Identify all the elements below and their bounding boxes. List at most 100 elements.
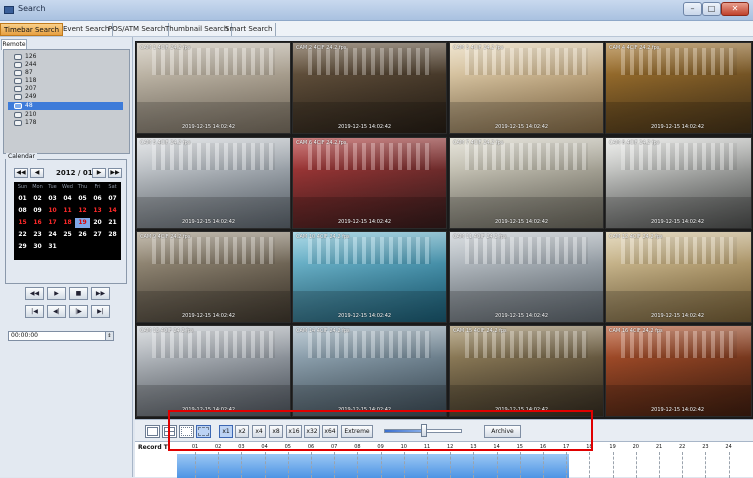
calendar-day[interactable]: 08 <box>15 206 30 216</box>
camera-tile[interactable]: CAM 14 4CIF 24.2 fps 2019-12-15 14:02:42 <box>292 325 447 417</box>
calendar-day[interactable]: 05 <box>75 194 90 204</box>
maximize-button[interactable]: □ <box>702 2 721 16</box>
tree-item-camera[interactable]: 210 <box>14 111 36 119</box>
go-to-end-button[interactable]: ▶| <box>91 305 110 318</box>
prev-month-button[interactable]: ◀ <box>30 168 44 178</box>
camera-caption: CAM 2 4CIF 24.2 fps <box>296 45 347 51</box>
time-spinner-icon[interactable]: ⇕ <box>105 332 113 340</box>
next-year-button[interactable]: ▶▶ <box>108 168 122 178</box>
calendar-day[interactable]: 03 <box>45 194 60 204</box>
speed-x1-button[interactable]: x1 <box>219 425 233 438</box>
timeline-hour-label: 08 <box>354 444 361 450</box>
calendar-day[interactable]: 10 <box>45 206 60 216</box>
calendar-day[interactable]: 19 <box>75 218 90 228</box>
calendar-day[interactable]: 07 <box>105 194 120 204</box>
minimize-button[interactable]: – <box>683 2 702 16</box>
calendar-day[interactable]: 14 <box>105 206 120 216</box>
calendar-day[interactable]: 26 <box>75 230 90 240</box>
play-button[interactable]: ▶ <box>47 287 66 300</box>
close-button[interactable]: ✕ <box>721 2 749 16</box>
speed-extreme-button[interactable]: Extreme <box>341 425 373 438</box>
tree-item-camera[interactable]: 87 <box>14 69 33 77</box>
calendar-day[interactable]: 18 <box>60 218 75 228</box>
prev-year-button[interactable]: ◀◀ <box>14 168 28 178</box>
camera-tile[interactable]: CAM 4 4CIF 24.2 fps 2019-12-15 14:02:42 <box>605 42 752 134</box>
calendar-day[interactable]: 27 <box>90 230 105 240</box>
layout-3x3-button[interactable] <box>179 425 194 438</box>
calendar-day[interactable]: 02 <box>30 194 45 204</box>
stop-button[interactable]: ■ <box>69 287 88 300</box>
camera-tile[interactable]: CAM 10 4CIF 24.2 fps 2019-12-15 14:02:42 <box>292 231 447 323</box>
tab-pos-atm-search[interactable]: POS/ATM Search <box>105 23 170 36</box>
tree-item-camera[interactable]: 207 <box>14 85 36 93</box>
tab-smart-search[interactable]: Smart Search <box>222 23 277 36</box>
tree-item-camera[interactable]: 244 <box>14 61 36 69</box>
camera-tile[interactable]: CAM 9 4CIF 24.2 fps 2019-12-15 14:02:42 <box>136 231 291 323</box>
calendar-day[interactable]: 30 <box>30 242 45 252</box>
tree-item-camera-selected[interactable]: 48 <box>8 102 123 110</box>
calendar-month: 2012 / 01 <box>56 169 93 177</box>
fast-forward-button[interactable]: ▶▶ <box>91 287 110 300</box>
speed-x2-button[interactable]: x2 <box>235 425 249 438</box>
camera-tile[interactable]: CAM 5 4CIF 24.2 fps 2019-12-15 14:02:42 <box>136 137 291 229</box>
scene-shading <box>137 138 290 228</box>
camera-tile[interactable]: CAM 13 4CIF 24.2 fps 2019-12-15 14:02:42 <box>136 325 291 417</box>
next-month-button[interactable]: ▶ <box>92 168 106 178</box>
calendar-day[interactable]: 13 <box>90 206 105 216</box>
camera-tile[interactable]: CAM 11 4CIF 24.2 fps 2019-12-15 14:02:42 <box>449 231 604 323</box>
timeline-hour-line <box>357 452 359 478</box>
speed-x32-button[interactable]: x32 <box>304 425 320 438</box>
fast-rewind-button[interactable]: ◀◀ <box>25 287 44 300</box>
scene-shading <box>450 326 603 416</box>
calendar-day[interactable]: 09 <box>30 206 45 216</box>
calendar-day[interactable]: 16 <box>30 218 45 228</box>
calendar-day[interactable]: 06 <box>90 194 105 204</box>
time-input[interactable]: 00:00:00 ⇕ <box>8 331 114 341</box>
camera-tile[interactable]: CAM 1 4CIF 24.2 fps 2019-12-15 14:02:42 <box>136 42 291 134</box>
archive-button[interactable]: Archive <box>484 425 521 438</box>
record-timeline[interactable]: Record Ti 01 02 03 04 05 06 07 08 09 10 11 12 13 14 15… <box>135 441 753 478</box>
calendar-day[interactable]: 22 <box>15 230 30 240</box>
calendar-day[interactable]: 23 <box>30 230 45 240</box>
tree-item-camera[interactable]: 126 <box>14 53 36 61</box>
calendar-day[interactable]: 20 <box>90 218 105 228</box>
camera-tile[interactable]: CAM 16 4CIF 24.2 fps 2019-12-15 14:02:42 <box>605 325 752 417</box>
go-to-start-button[interactable]: |◀ <box>25 305 44 318</box>
tree-item-camera[interactable]: 249 <box>14 93 36 101</box>
calendar-day[interactable]: 31 <box>45 242 60 252</box>
camera-tile[interactable]: CAM 2 4CIF 24.2 fps 2019-12-15 14:02:42 <box>292 42 447 134</box>
calendar-day[interactable]: 12 <box>75 206 90 216</box>
calendar-day[interactable]: 04 <box>60 194 75 204</box>
timeline-hour-line <box>403 452 405 478</box>
calendar-label: Calendar <box>6 153 37 160</box>
calendar-day[interactable]: 11 <box>60 206 75 216</box>
calendar-day[interactable]: 15 <box>15 218 30 228</box>
calendar-day[interactable]: 25 <box>60 230 75 240</box>
camera-tile[interactable]: CAM 15 4CIF 24.2 fps 2019-12-15 14:02:42 <box>449 325 604 417</box>
calendar-day[interactable]: 28 <box>105 230 120 240</box>
calendar-day[interactable]: 21 <box>105 218 120 228</box>
tree-item-camera[interactable]: 118 <box>14 77 36 85</box>
speed-x8-button[interactable]: x8 <box>269 425 283 438</box>
camera-tile[interactable]: CAM 8 4CIF 24.2 fps 2019-12-15 14:02:42 <box>605 137 752 229</box>
speed-x16-button[interactable]: x16 <box>286 425 302 438</box>
speed-x4-button[interactable]: x4 <box>252 425 266 438</box>
layout-2x2-button[interactable] <box>162 425 177 438</box>
speed-x64-button[interactable]: x64 <box>322 425 338 438</box>
calendar-day[interactable]: 17 <box>45 218 60 228</box>
tab-timebar-search[interactable]: Timebar Search <box>0 23 64 36</box>
camera-tile[interactable]: CAM 6 4CIF 24.2 fps 2019-12-15 14:02:42 <box>292 137 447 229</box>
camera-tile[interactable]: CAM 3 4CIF 24.2 fps 2019-12-15 14:02:42 <box>449 42 604 134</box>
layout-4x4-button[interactable] <box>196 425 211 438</box>
step-forward-button[interactable]: |▶ <box>69 305 88 318</box>
camera-tile[interactable]: CAM 12 4CIF 24.2 fps 2019-12-15 14:02:42 <box>605 231 752 323</box>
tree-item-camera[interactable]: 178 <box>14 119 36 127</box>
camera-tile[interactable]: CAM 7 4CIF 24.2 fps 2019-12-15 14:02:42 <box>449 137 604 229</box>
calendar-day[interactable]: 29 <box>15 242 30 252</box>
calendar-day[interactable]: 24 <box>45 230 60 240</box>
record-bar[interactable] <box>177 454 569 478</box>
layout-1x1-button[interactable] <box>145 425 160 438</box>
speed-slider-thumb[interactable] <box>421 424 427 437</box>
step-back-button[interactable]: ◀| <box>47 305 66 318</box>
calendar-day[interactable]: 01 <box>15 194 30 204</box>
